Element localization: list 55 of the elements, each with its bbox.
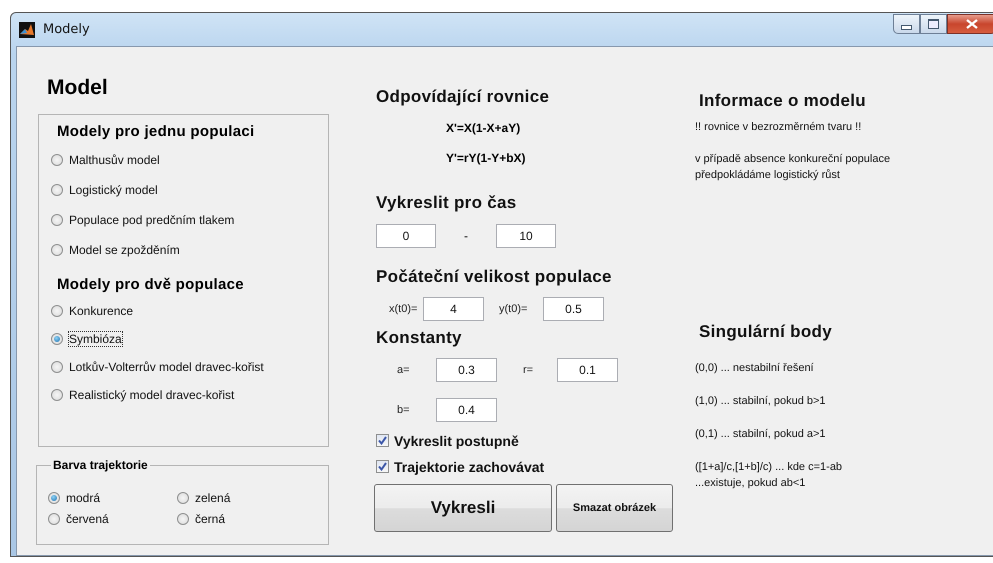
- radio-option[interactable]: Logistický model: [51, 181, 328, 198]
- field-label: x(t0)=: [388, 303, 418, 315]
- range-separator: -: [463, 229, 469, 243]
- close-icon: [966, 19, 978, 29]
- field-label: r=: [522, 364, 534, 376]
- section-heading: Vykreslit pro čas: [376, 193, 518, 213]
- check-icon: [377, 435, 388, 446]
- draw-button[interactable]: Vykresli: [374, 484, 552, 532]
- checkbox-option[interactable]: Vykreslit postupně: [376, 432, 682, 449]
- group-heading: Modely pro jednu populaci: [57, 123, 256, 140]
- equation: Y'=rY(1-Y+bX): [446, 151, 527, 165]
- input-field[interactable]: 4: [423, 297, 484, 321]
- input-field[interactable]: 10: [496, 224, 556, 248]
- info-text: (1,0) ... stabilní, pokud b>1: [695, 394, 827, 409]
- panel-legend: Barva trajektorie: [51, 458, 150, 472]
- input-field[interactable]: 0.5: [543, 297, 604, 321]
- clear-button[interactable]: Smazat obrázek: [556, 484, 673, 532]
- radio-option[interactable]: Realistický model dravec-kořist: [51, 386, 328, 403]
- app-icon: [19, 22, 35, 38]
- check-icon: [377, 461, 388, 472]
- group-heading: Modely pro dvě populace: [57, 276, 245, 293]
- section-heading: Počáteční velikost populace: [376, 267, 613, 287]
- info-text: v případě absence konkureční populace předpokládáme logistický růst: [695, 152, 892, 183]
- field-label: b=: [396, 404, 411, 416]
- section-heading: Singulární body: [699, 322, 833, 342]
- field-label: a=: [396, 364, 411, 376]
- maximize-button[interactable]: [920, 14, 947, 34]
- radio-option[interactable]: Symbióza: [51, 330, 328, 347]
- close-button[interactable]: [947, 14, 993, 34]
- window-title: Modely: [43, 22, 90, 37]
- info-text: !! rovnice v bezrozměrném tvaru !!: [695, 120, 862, 135]
- field-label: y(t0)=: [498, 303, 528, 315]
- radio-option[interactable]: Konkurence: [51, 302, 328, 319]
- input-field[interactable]: 0: [376, 224, 436, 248]
- radio-option[interactable]: Lotkův-Volterrův model dravec-kořist: [51, 358, 328, 375]
- input-field[interactable]: 0.3: [436, 358, 497, 382]
- checkbox-option[interactable]: Trajektorie zachovávat: [376, 458, 682, 475]
- section-heading: Odpovídající rovnice: [376, 87, 550, 107]
- section-heading: Model: [47, 76, 109, 100]
- radio-option[interactable]: Populace pod predčním tlakem: [51, 211, 328, 228]
- input-field[interactable]: 0.1: [557, 358, 618, 382]
- radio-option[interactable]: černá: [177, 510, 297, 527]
- input-field[interactable]: 0.4: [436, 398, 497, 422]
- section-heading: Konstanty: [376, 328, 463, 348]
- info-text: ([1+a]/c,[1+b]/c) ... kde c=1-ab ...existuje, pokud ab<1: [695, 460, 844, 491]
- section-heading: Informace o modelu: [699, 91, 867, 111]
- info-text: (0,0) ... nestabilní řešení: [695, 361, 815, 376]
- radio-option[interactable]: modrá: [48, 489, 177, 506]
- radio-option[interactable]: červená: [48, 510, 177, 527]
- radio-option[interactable]: Malthusův model: [51, 151, 328, 168]
- radio-option[interactable]: Model se zpožděním: [51, 241, 328, 258]
- equation: X'=X(1-X+aY): [446, 121, 522, 135]
- info-text: (0,1) ... stabilní, pokud a>1: [695, 427, 827, 442]
- radio-option[interactable]: zelená: [177, 489, 297, 506]
- minimize-button[interactable]: [893, 14, 920, 34]
